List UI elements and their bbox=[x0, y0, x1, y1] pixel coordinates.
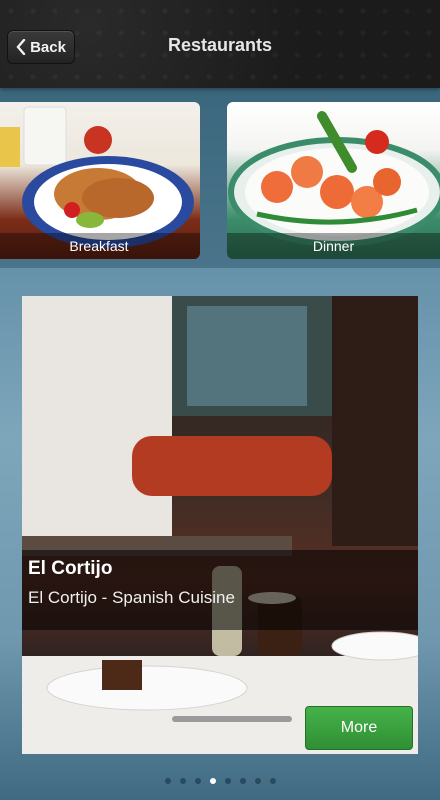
card-caption: El Cortijo El Cortijo - Spanish Cuisine bbox=[22, 550, 418, 630]
page-dot[interactable] bbox=[269, 778, 276, 784]
more-button[interactable]: More bbox=[305, 706, 413, 750]
page-dot[interactable] bbox=[224, 778, 231, 784]
page-dot[interactable] bbox=[239, 778, 246, 784]
category-breakfast[interactable]: Breakfast bbox=[0, 102, 200, 259]
category-strip: Breakfast Dinner bbox=[0, 88, 440, 268]
page-indicator bbox=[0, 778, 440, 784]
page-dot-active[interactable] bbox=[209, 778, 216, 784]
category-label-breakfast: Breakfast bbox=[0, 233, 200, 259]
page-dot[interactable] bbox=[194, 778, 201, 784]
restaurant-photo bbox=[22, 296, 418, 754]
page-dot[interactable] bbox=[164, 778, 171, 784]
page-title: Restaurants bbox=[167, 35, 273, 55]
restaurant-name: El Cortijo bbox=[28, 558, 113, 579]
category-dinner[interactable]: Dinner bbox=[227, 102, 440, 259]
restaurant-subtitle: El Cortijo - Spanish Cuisine bbox=[28, 588, 235, 607]
category-label-dinner: Dinner bbox=[227, 233, 440, 259]
page-dot[interactable] bbox=[254, 778, 261, 784]
featured-restaurant-card[interactable]: El Cortijo El Cortijo - Spanish Cuisine … bbox=[22, 296, 418, 754]
page-dot[interactable] bbox=[179, 778, 186, 784]
app-header: Back Restaurants bbox=[0, 0, 440, 88]
